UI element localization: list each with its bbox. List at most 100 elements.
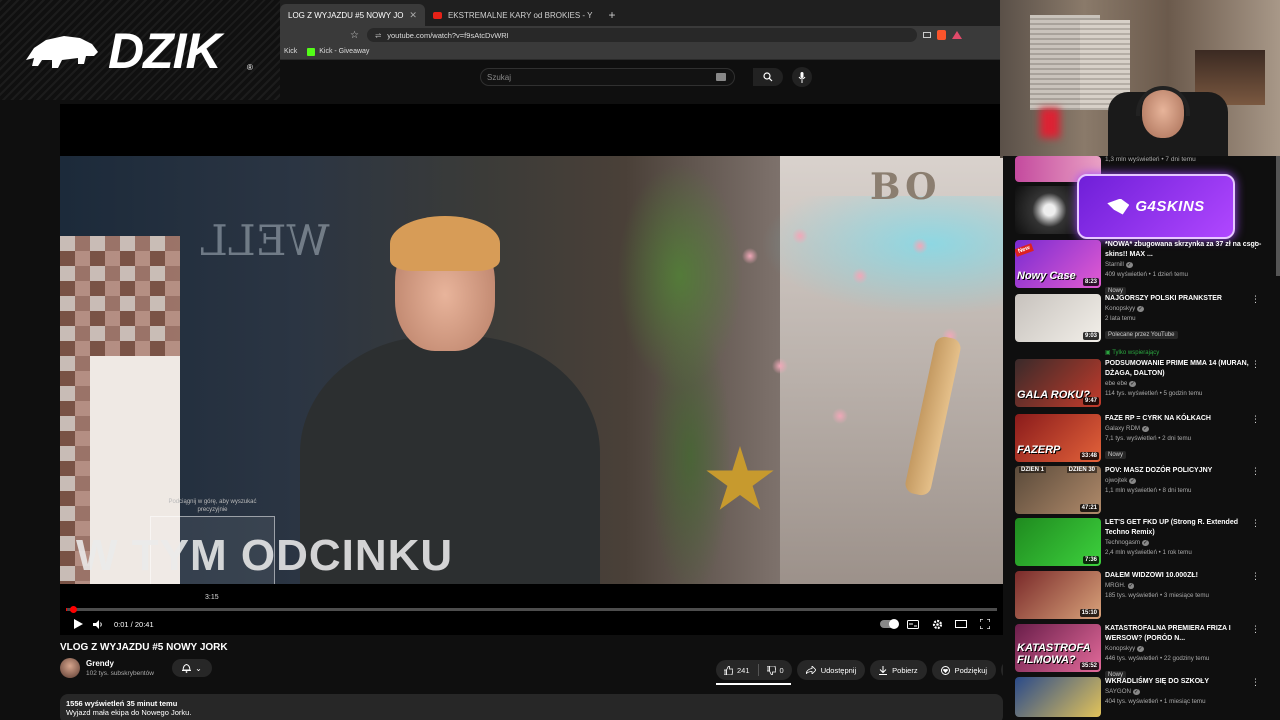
description-box[interactable]: 1556 wyświetleń 35 minut temu Wyjazd mał… [60, 694, 1003, 720]
video-thumbnail[interactable]: DZIEŃ 1 DZIEŃ 30 47:21 [1015, 466, 1101, 514]
more-options-icon[interactable]: ⋮ [1251, 677, 1260, 688]
recommended-meta: 404 tys. wyświetleń • 1 miesiąc temu [1105, 698, 1206, 705]
like-underline [716, 683, 791, 685]
dislike-button[interactable]: 0 [759, 665, 792, 675]
hover-time: 3:15 [205, 594, 219, 601]
recommended-title: KATASTROFALNA PREMIERA FRIZA I WERSOW? (… [1105, 625, 1231, 642]
bookmark-icon[interactable]: ☆ [350, 30, 359, 41]
registered-mark: ® [247, 63, 253, 72]
boar-icon [26, 36, 98, 68]
thanks-button[interactable]: Podziękuj [931, 660, 997, 680]
like-button[interactable]: 241 [716, 665, 758, 675]
site-info-icon[interactable]: ⇌ [375, 31, 381, 40]
more-options-icon[interactable]: ⋮ [1251, 240, 1260, 251]
video-overlay-title: W TYM ODCINKU [76, 531, 454, 580]
recommended-video[interactable]: KATASTROFA FILMOWA? 35:52 KATASTROFALNA PR… [1015, 624, 1277, 681]
like-count: 241 [737, 665, 750, 675]
search-button[interactable] [753, 68, 783, 86]
video-thumbnail[interactable]: KATASTROFA FILMOWA? 35:52 [1015, 624, 1101, 672]
youtube-header: Szukaj [280, 60, 1000, 102]
subscriber-count: 102 tys. subskrybentów [86, 670, 154, 677]
search-input[interactable]: Szukaj [480, 68, 735, 86]
recommended-channel: SAYGON ✓ [1105, 688, 1140, 695]
share-button[interactable]: Udostępnij [796, 660, 866, 680]
more-options-icon[interactable]: ⋮ [1251, 359, 1260, 370]
more-options-icon[interactable]: ⋮ [1251, 624, 1260, 635]
bookmark-kick[interactable]: Kick [284, 48, 297, 55]
video-thumbnail[interactable] [1015, 677, 1101, 717]
more-options-icon[interactable]: ⋮ [1251, 518, 1260, 529]
video-thumbnail[interactable]: 15:10 [1015, 571, 1101, 619]
theater-mode-button[interactable] [951, 614, 971, 634]
duration-badge: 8:23 [1082, 278, 1099, 286]
play-button[interactable] [68, 614, 88, 634]
voice-search-button[interactable] [792, 67, 812, 87]
keyboard-icon[interactable] [716, 73, 726, 81]
channel-name[interactable]: Grendy [86, 659, 154, 668]
duration-badge: 33:48 [1079, 452, 1099, 460]
duration-badge: 7:36 [1082, 556, 1099, 564]
new-tab-button[interactable]: + [600, 8, 623, 26]
close-icon[interactable]: ✕ [409, 10, 417, 21]
autoplay-toggle[interactable] [879, 614, 899, 634]
bookmark-kick-giveaway[interactable]: Kick - Giveaway [307, 47, 369, 56]
dislike-count: 0 [779, 665, 784, 675]
more-options-icon[interactable]: ⋮ [1251, 466, 1260, 477]
verified-icon: ✓ [1129, 381, 1136, 387]
video-thumbnail[interactable]: GALA ROKU? 9:47 [1015, 359, 1101, 407]
video-thumbnail[interactable]: FAZERP 33:48 [1015, 414, 1101, 462]
video-player[interactable]: WELL BO Podciągnij w górę, aby wyszukać … [60, 104, 1003, 635]
verified-icon: ✓ [1127, 583, 1135, 589]
verified-icon: ✓ [1125, 262, 1133, 268]
more-options-icon[interactable]: ⋮ [1251, 294, 1260, 305]
volume-icon [93, 619, 102, 629]
progress-bar[interactable] [66, 606, 997, 613]
recommended-video[interactable]: 15:10 DAŁEM WIDZOWI 10.000ZŁ! MRGH. ✓ 185 ty… [1015, 571, 1277, 619]
recommended-video[interactable]: GALA ROKU? 9:47 PODSUMOWANIE PRIME MMA 14 … [1015, 359, 1277, 407]
cast-icon[interactable] [922, 32, 931, 38]
avatar[interactable] [60, 658, 80, 678]
recommended-channel: Konopskyy ✓ [1105, 645, 1144, 652]
recommended-channel: MRGH. ✓ [1105, 582, 1135, 589]
brave-shield-icon[interactable] [936, 30, 946, 40]
recommended-video[interactable]: 9:03 NAJGORSZY POLSKI PRANKSTER Konopskyy ✓… [1015, 294, 1277, 359]
recommended-meta: 446 tys. wyświetleń • 22 godziny temu [1105, 655, 1210, 662]
fullscreen-button[interactable] [975, 614, 995, 634]
fullscreen-icon [980, 619, 990, 629]
recommended-title: *NOWA* zbugowana skrzynka za 37 zł na cs… [1105, 241, 1262, 258]
thumbnail-caption: GALA ROKU? [1017, 389, 1090, 401]
download-button[interactable]: Pobierz [870, 660, 927, 680]
recommended-video[interactable]: DZIEŃ 1 DZIEŃ 30 47:21 POV: MASZ DOZÓR POLI… [1015, 466, 1277, 514]
youtube-favicon-icon [432, 11, 442, 19]
autoplay-icon [880, 619, 899, 629]
settings-button[interactable] [927, 614, 947, 634]
recommended-meta: 1,1 mln wyświetleń • 8 dni temu [1105, 487, 1192, 494]
url-field[interactable]: ⇌ youtube.com/watch?v=f9sAtcDvWRI [366, 28, 917, 42]
recommended-video[interactable]: FAZERP 33:48 FAZE RP = CYRK NA KÓŁKACH Gala… [1015, 414, 1277, 462]
recommended-video[interactable]: WKRADLIŚMY SIĘ DO SZKOŁY SAYGON ✓ 404 tys. … [1015, 677, 1277, 717]
scrubber-handle[interactable] [70, 606, 77, 613]
browser-tab[interactable]: EKSTREMALNE KARY od BROKIES - Y [425, 4, 601, 26]
video-thumbnail[interactable]: 9:03 [1015, 294, 1101, 342]
channel-row: Grendy 102 tys. subskrybentów ⌄ [60, 658, 212, 678]
recommended-meta: 185 tys. wyświetleń • 3 miesiące temu [1105, 592, 1209, 599]
brave-rewards-icon[interactable] [951, 31, 962, 39]
subtitles-button[interactable] [903, 614, 923, 634]
notifications-button[interactable]: ⌄ [171, 659, 212, 677]
recommended-channel: Starnill ✓ [1105, 261, 1133, 268]
recommended-video[interactable]: New Nowy Case 8:23 *NOWA* zbugowana skrzynk… [1015, 240, 1277, 297]
person [300, 216, 600, 584]
thumbs-up-icon [724, 665, 733, 675]
volume-button[interactable] [88, 614, 108, 634]
g4skins-logo-icon [1107, 198, 1130, 215]
duration-badge: 47:21 [1079, 504, 1099, 512]
chevron-down-icon: ⌄ [195, 663, 202, 673]
recommended-meta: 409 wyświetleń • 1 dzień temu [1105, 271, 1188, 278]
video-thumbnail[interactable]: 7:36 [1015, 518, 1101, 566]
browser-tab-active[interactable]: LOG Z WYJAZDU #5 NOWY JO ✕ [280, 4, 425, 26]
video-thumbnail[interactable]: New Nowy Case 8:23 [1015, 240, 1101, 288]
more-options-icon[interactable]: ⋮ [1251, 571, 1260, 582]
new-tag: New [1015, 243, 1035, 257]
recommended-video[interactable]: 7:36 LET'S GET FKD UP (Strong R. Extended… [1015, 518, 1277, 566]
more-options-icon[interactable]: ⋮ [1251, 414, 1260, 425]
